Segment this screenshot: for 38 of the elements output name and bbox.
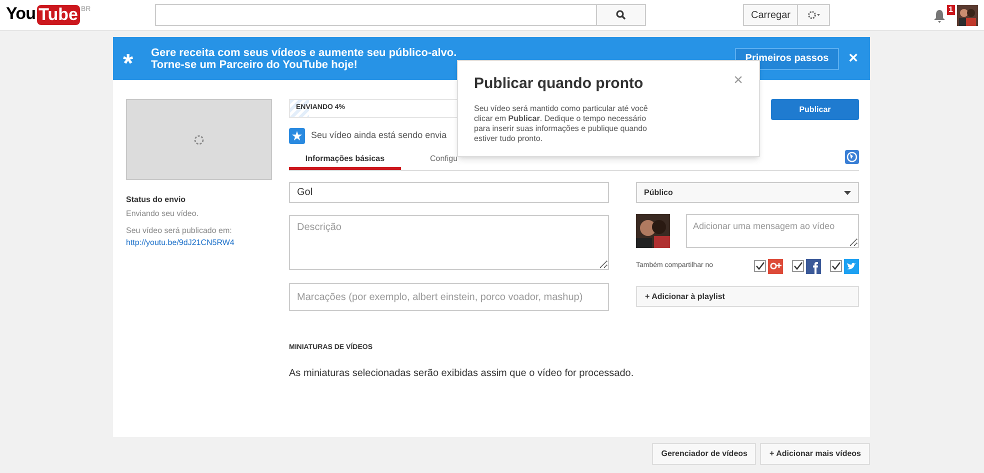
banner-text: Torne-se um Parceiro do YouTube hoje!: [151, 58, 358, 70]
loading-icon: [194, 134, 204, 144]
publish-note: Seu vídeo será publicado em:: [126, 225, 233, 237]
upload-button[interactable]: Carregar: [743, 4, 798, 26]
checkbox[interactable]: [830, 260, 842, 272]
status-title: Status do envio: [126, 194, 187, 206]
description-field[interactable]: Descrição: [289, 215, 609, 270]
checkbox[interactable]: [792, 260, 804, 272]
logo-text[interactable]: You: [6, 5, 36, 22]
checkbox[interactable]: [754, 260, 766, 272]
tags-field[interactable]: Marcações (por exemplo, albert einstein, porco voador, mashup): [289, 283, 609, 311]
publish-button[interactable]: Publicar: [771, 99, 859, 120]
search-field[interactable]: [155, 4, 597, 26]
popup-text: Seu vídeo será mantido como particular até você clicar em Publicar. Dedique o tempo necessário para inserir suas informações e publique quando estiver tudo pronto.: [474, 104, 649, 144]
settings-icon: [806, 10, 821, 20]
upload-notice: Seu vídeo ainda está sendo envia: [311, 129, 447, 142]
asterisk-icon: *: [123, 50, 143, 76]
settings-button[interactable]: [798, 4, 830, 26]
logo-box[interactable]: Tube: [36, 5, 80, 25]
message-field[interactable]: Adicionar uma mensagem ao vídeo: [686, 214, 859, 248]
video-manager-button[interactable]: Gerenciador de vídeos: [652, 443, 756, 465]
add-more-videos-button[interactable]: + Adicionar mais vídeos: [760, 443, 870, 465]
get-started-button[interactable]: Primeiros passos: [735, 48, 839, 70]
search-button[interactable]: [597, 4, 646, 26]
add-to-playlist-button[interactable]: + Adicionar à playlist: [636, 286, 859, 307]
bell-icon[interactable]: [933, 9, 946, 23]
notification-badge: 1: [946, 5, 955, 15]
title-field[interactable]: Gol: [289, 182, 609, 203]
tab[interactable]: Informações básicas: [289, 150, 401, 170]
status-text: Enviando seu vídeo.: [126, 208, 200, 220]
thumbnails-text: As miniaturas selecionadas serão exibidas assim que o vídeo for processado.: [289, 366, 635, 380]
banner-text: Gere receita com seus vídeos e aumente seu público-alvo.: [151, 46, 457, 58]
tab[interactable]: Configu: [427, 150, 461, 170]
video-link[interactable]: http://youtu.be/9dJ21CN5RW4: [126, 237, 272, 249]
popup-title: Publicar quando pronto: [474, 74, 644, 94]
search-icon: [616, 10, 626, 20]
privacy-dropdown[interactable]: Público: [636, 182, 859, 203]
caret-icon: [844, 190, 851, 194]
